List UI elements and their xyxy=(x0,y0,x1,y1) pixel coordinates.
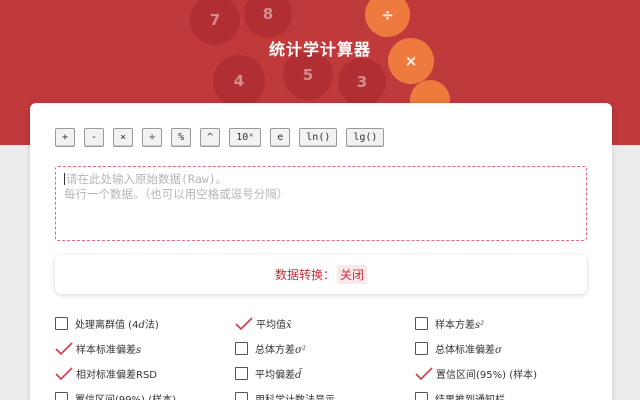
e-button[interactable]: e xyxy=(270,128,291,147)
option-label: 平均值x̄ xyxy=(256,320,292,331)
options-row: 相对标准偏差RSD 平均偏差d̄ 置信区间(95%) (样本) xyxy=(55,361,595,386)
decor-circle: ÷ xyxy=(365,0,410,37)
page-title: 统计学计算器 xyxy=(268,40,371,59)
checkmark-icon xyxy=(55,366,73,381)
option-sample-std[interactable]: 样本标准偏差s xyxy=(55,341,235,356)
operator-toolbar: + - × ÷ % ^ 10ˣ e ln() lg() xyxy=(55,128,385,147)
options-row: 处理离群值 (4d法) 平均值x̄ 样本方差s² xyxy=(55,311,595,336)
option-label: 总体标准偏差σ xyxy=(435,345,502,356)
option-label: 结果推到通知栏 xyxy=(435,391,505,400)
decor-circle: 3 xyxy=(338,58,386,106)
option-population-variance[interactable]: 总体方差σ² xyxy=(235,341,415,356)
decor-circle: 8 xyxy=(244,0,292,38)
option-label: 处理离群值 (4d法) xyxy=(75,320,159,331)
percent-button[interactable]: % xyxy=(171,128,192,147)
option-label: 样本方差s² xyxy=(435,320,485,331)
option-label: 置信区间(95%) (样本) xyxy=(436,370,538,381)
checkbox-icon xyxy=(235,392,248,400)
ln-button[interactable]: ln() xyxy=(299,128,338,147)
checkbox-icon xyxy=(415,342,428,355)
checkmark-icon xyxy=(55,341,73,356)
option-mean[interactable]: 平均值x̄ xyxy=(235,316,415,331)
option-push-notification[interactable]: 结果推到通知栏 xyxy=(415,391,595,400)
decor-circle: 4 xyxy=(213,55,265,107)
checkbox-icon xyxy=(235,367,248,380)
option-population-std[interactable]: 总体标准偏差σ xyxy=(415,341,595,356)
divide-button[interactable]: ÷ xyxy=(142,128,163,147)
minus-button[interactable]: - xyxy=(84,128,105,147)
option-label: 用科学计数法显示 xyxy=(255,391,335,400)
options-row: 置信区间(99%) (样本) 用科学计数法显示 结果推到通知栏 xyxy=(55,386,595,400)
option-ci95[interactable]: 置信区间(95%) (样本) xyxy=(415,366,595,381)
checkbox-icon xyxy=(55,317,68,330)
checkmark-icon xyxy=(415,366,433,381)
multiply-button[interactable]: × xyxy=(113,128,134,147)
options-row: 样本标准偏差s 总体方差σ² 总体标准偏差σ xyxy=(55,336,595,361)
option-label: 总体方差σ² xyxy=(255,345,306,356)
checkbox-icon xyxy=(235,342,248,355)
checkbox-icon xyxy=(415,317,428,330)
conversion-state-badge: 关闭 xyxy=(337,265,368,284)
conversion-label: 数据转换： xyxy=(274,268,335,282)
option-label: 置信区间(99%) (样本) xyxy=(75,391,176,400)
raw-placeholder-line2: 每行一个数据。（也可以用空格或逗号分隔） xyxy=(64,187,289,201)
text-caret xyxy=(64,173,65,185)
raw-placeholder-line1: 请在此处输入原始数据(Raw)。 xyxy=(66,172,228,186)
raw-data-input[interactable]: 请在此处输入原始数据(Raw)。 每行一个数据。（也可以用空格或逗号分隔） xyxy=(55,166,587,241)
option-outliers[interactable]: 处理离群值 (4d法) xyxy=(55,316,235,331)
option-ci99[interactable]: 置信区间(99%) (样本) xyxy=(55,391,235,400)
data-conversion-toggle[interactable]: 数据转换： 关闭 xyxy=(55,255,587,294)
option-sample-variance[interactable]: 样本方差s² xyxy=(415,316,595,331)
power-button[interactable]: ^ xyxy=(200,128,221,147)
lg-button[interactable]: lg() xyxy=(346,128,385,147)
checkbox-icon xyxy=(55,392,68,400)
option-mean-deviation[interactable]: 平均偏差d̄ xyxy=(235,366,415,381)
ten-power-button[interactable]: 10ˣ xyxy=(229,128,262,147)
options-grid: 处理离群值 (4d法) 平均值x̄ 样本方差s² 样本标准偏差s 总体方差σ² 总体标准偏… xyxy=(55,311,595,400)
plus-button[interactable]: + xyxy=(55,128,76,147)
option-rsd[interactable]: 相对标准偏差RSD xyxy=(55,366,235,381)
calculator-card: + - × ÷ % ^ 10ˣ e ln() lg() 请在此处输入原始数据(R… xyxy=(30,103,612,400)
option-label: 平均偏差d̄ xyxy=(255,370,302,381)
checkmark-icon xyxy=(235,316,253,331)
option-label: 样本标准偏差s xyxy=(76,345,142,356)
option-label: 相对标准偏差RSD xyxy=(76,370,157,381)
checkbox-icon xyxy=(415,392,428,400)
option-scientific-notation[interactable]: 用科学计数法显示 xyxy=(235,391,415,400)
